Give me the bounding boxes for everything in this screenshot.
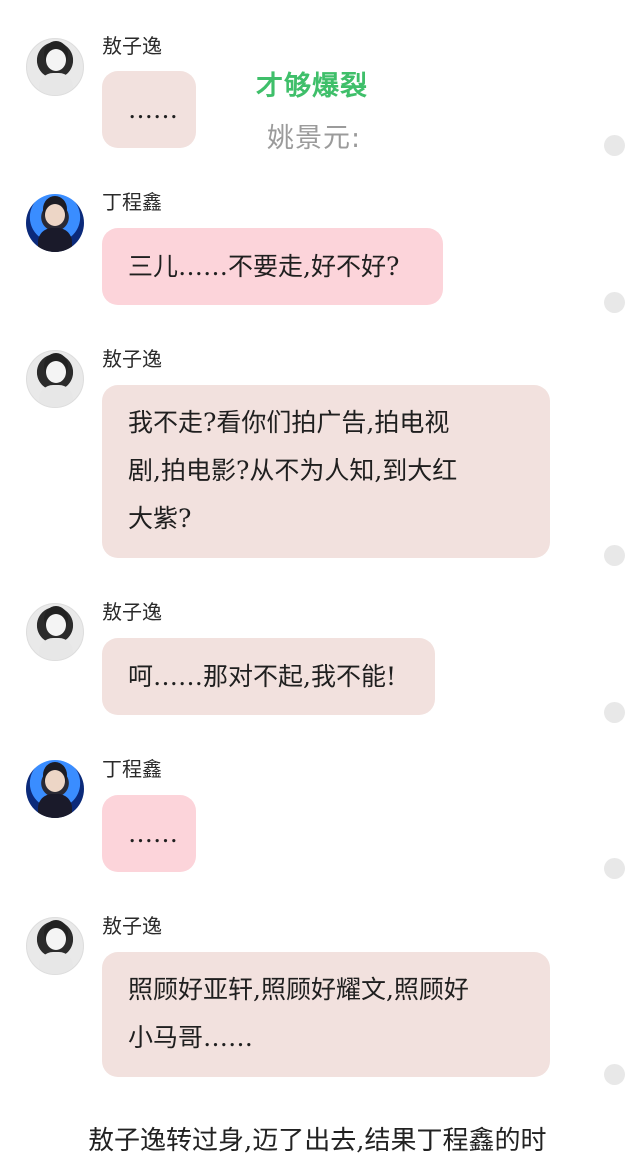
story-text: 敖子逸转过身,迈了出去,结果丁程鑫的时 [88,1126,547,1156]
overlay-caption-2: 姚景元: [267,123,362,154]
avatar-aoziyi[interactable] [26,603,84,661]
read-status-icon [604,545,625,566]
avatar-dingchengxin[interactable] [26,760,84,818]
message-bubble[interactable]: 三儿……不要走,好不好? [102,228,443,305]
sender-name: 敖子逸 [102,600,162,624]
sender-name: 敖子逸 [102,347,162,371]
read-status-icon [604,858,625,879]
message-bubble[interactable]: …… [102,71,196,148]
message-line: 小马哥…… [128,1023,254,1052]
read-status-icon [604,702,625,723]
sender-name: 丁程鑫 [102,757,162,781]
sender-name: 敖子逸 [102,914,162,938]
overlay-caption-1: 才够爆裂 [256,71,368,102]
message-bubble[interactable]: 呵……那对不起,我不能! [102,638,435,715]
avatar-aoziyi[interactable] [26,38,84,96]
message-bubble[interactable]: 我不走?看你们拍广告,拍电视 剧,拍电影?从不为人知,到大红 大紫? [102,385,550,558]
read-status-icon [604,1064,625,1085]
avatar-aoziyi[interactable] [26,350,84,408]
read-status-icon [604,135,625,156]
message-bubble[interactable]: …… [102,795,196,872]
message-line: 大紫? [128,504,192,533]
message-bubble[interactable]: 照顾好亚轩,照顾好耀文,照顾好 小马哥…… [102,952,550,1077]
avatar-aoziyi[interactable] [26,917,84,975]
sender-name: 敖子逸 [102,34,162,58]
avatar-dingchengxin[interactable] [26,194,84,252]
message-line: 剧,拍电影?从不为人知,到大红 [128,456,458,485]
message-line: 照顾好亚轩,照顾好耀文,照顾好 [128,975,469,1004]
message-line: 我不走?看你们拍广告,拍电视 [128,408,450,437]
sender-name: 丁程鑫 [102,190,162,214]
read-status-icon [604,292,625,313]
